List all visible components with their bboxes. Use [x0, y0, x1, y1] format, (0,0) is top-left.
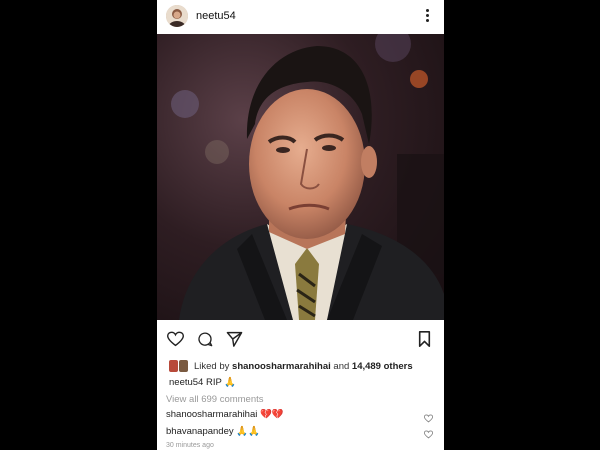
comment-heart-icon[interactable] [423, 426, 434, 439]
comment-heart-icon[interactable] [423, 410, 434, 423]
liked-by-prefix: Liked by [194, 360, 230, 372]
send-icon[interactable] [226, 331, 243, 352]
caption-text: RIP [205, 377, 222, 388]
post-header: neetu54 [157, 0, 444, 34]
instagram-post: neetu54 Liked by shanoosharmarahihai and… [157, 0, 444, 450]
avatar[interactable] [166, 5, 188, 27]
comment-username[interactable]: bhavanapandey [166, 426, 234, 437]
action-bar [157, 327, 444, 355]
liked-by-user[interactable]: shanoosharmarahihai [232, 361, 331, 372]
likes-summary: Liked by shanoosharmarahihai and 14,489 … [169, 358, 439, 374]
caption-emoji: 🙏 [224, 377, 237, 388]
comment-item: shanoosharmarahihai 💔💔 [166, 409, 436, 420]
comment-icon[interactable] [197, 331, 213, 352]
heart-icon[interactable] [166, 331, 185, 352]
bookmark-icon[interactable] [418, 331, 431, 352]
caption-username[interactable]: neetu54 [169, 377, 203, 388]
comment-text: 🙏🙏 [236, 426, 260, 437]
liked-by-and: and [333, 360, 350, 372]
liker-avatar-icon [179, 360, 188, 372]
post-timestamp: 30 minutes ago [166, 442, 214, 449]
post-photo [157, 34, 444, 320]
more-vertical-icon[interactable] [426, 9, 430, 23]
view-all-comments-link[interactable]: View all 699 comments [166, 394, 264, 405]
post-username[interactable]: neetu54 [196, 10, 236, 22]
comment-item: bhavanapandey 🙏🙏 [166, 426, 436, 437]
liker-avatar-icon [169, 360, 178, 372]
comment-username[interactable]: shanoosharmarahihai [166, 409, 257, 420]
liked-by-others[interactable]: 14,489 others [352, 361, 413, 372]
comment-text: 💔💔 [260, 409, 284, 420]
caption: neetu54 RIP 🙏 [169, 377, 236, 388]
